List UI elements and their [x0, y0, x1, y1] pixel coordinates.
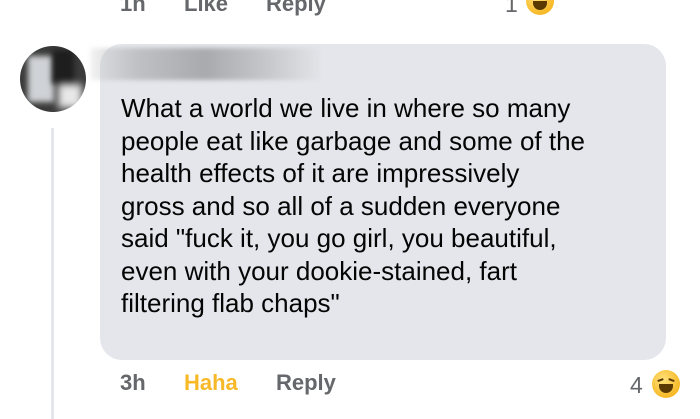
haha-emoji-icon[interactable]: [652, 370, 680, 398]
redacted-author-name[interactable]: [90, 48, 320, 80]
reaction-count: 4: [630, 372, 643, 398]
previous-reply-button[interactable]: Reply: [266, 0, 326, 17]
previous-reaction-count: 1: [505, 0, 518, 17]
previous-like-button[interactable]: Like: [184, 0, 228, 17]
comment-actions: 3h Haha Reply 4: [0, 370, 700, 404]
comment-text: What a world we live in where so many pe…: [121, 93, 586, 318]
comment-timestamp: 3h: [120, 370, 146, 395]
avatar[interactable]: [20, 46, 86, 112]
haha-reaction-button[interactable]: Haha: [184, 370, 238, 396]
previous-comment-actions: 1h Like Reply 1: [0, 0, 700, 21]
previous-timestamp: 1h: [120, 0, 146, 16]
haha-emoji-icon[interactable]: [526, 0, 554, 15]
reply-button[interactable]: Reply: [276, 370, 336, 396]
